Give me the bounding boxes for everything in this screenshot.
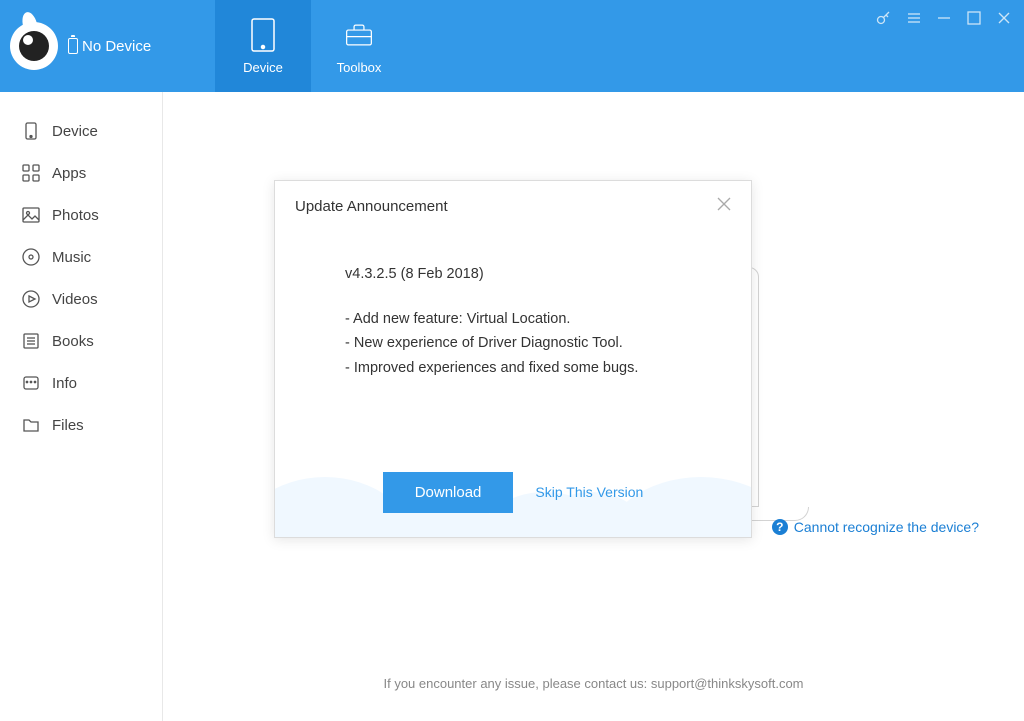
minimize-icon[interactable]	[936, 10, 952, 26]
device-status-label: No Device	[82, 38, 151, 55]
tab-toolbox-label: Toolbox	[337, 60, 382, 75]
modal-close-button[interactable]	[717, 197, 731, 216]
sidebar-item-label: Files	[52, 417, 84, 434]
update-modal: Update Announcement v4.3.2.5 (8 Feb 2018…	[274, 180, 752, 538]
maximize-icon[interactable]	[966, 10, 982, 26]
sidebar-item-label: Music	[52, 249, 91, 266]
sidebar-item-label: Info	[52, 375, 77, 392]
sidebar: Device Apps Photos Music Videos Books In…	[0, 92, 163, 721]
nav-tabs: Device Toolbox	[215, 0, 407, 92]
sidebar-item-device[interactable]: Device	[0, 110, 162, 152]
music-icon	[22, 248, 40, 266]
sidebar-item-books[interactable]: Books	[0, 320, 162, 362]
device-status: No Device	[68, 38, 151, 55]
sidebar-item-videos[interactable]: Videos	[0, 278, 162, 320]
key-icon[interactable]	[876, 10, 892, 26]
modal-change-item: - Add new feature: Virtual Location.	[345, 307, 681, 332]
window-controls	[876, 10, 1012, 26]
sidebar-item-label: Device	[52, 123, 98, 140]
skip-version-link[interactable]: Skip This Version	[535, 484, 643, 500]
modal-change-item: - Improved experiences and fixed some bu…	[345, 356, 681, 381]
tab-device[interactable]: Device	[215, 0, 311, 92]
recognize-link-label: Cannot recognize the device?	[794, 519, 979, 535]
modal-header: Update Announcement	[275, 181, 751, 232]
files-icon	[22, 416, 40, 434]
modal-title: Update Announcement	[295, 198, 448, 215]
sidebar-item-label: Books	[52, 333, 94, 350]
sidebar-item-label: Videos	[52, 291, 98, 308]
modal-version: v4.3.2.5 (8 Feb 2018)	[345, 262, 681, 287]
sidebar-item-label: Photos	[52, 207, 99, 224]
battery-icon	[68, 38, 78, 54]
info-icon	[22, 374, 40, 392]
modal-change-item: - New experience of Driver Diagnostic To…	[345, 331, 681, 356]
question-icon: ?	[772, 519, 788, 535]
sidebar-item-label: Apps	[52, 165, 86, 182]
tab-device-label: Device	[243, 60, 283, 75]
device-tab-icon	[249, 18, 277, 52]
modal-body: v4.3.2.5 (8 Feb 2018) - Add new feature:…	[275, 232, 751, 381]
close-icon[interactable]	[996, 10, 1012, 26]
app-header: No Device Device Toolbox	[0, 0, 1024, 92]
sidebar-item-music[interactable]: Music	[0, 236, 162, 278]
download-button[interactable]: Download	[383, 472, 514, 513]
videos-icon	[22, 290, 40, 308]
toolbox-tab-icon	[345, 18, 373, 52]
books-icon	[22, 332, 40, 350]
photos-icon	[22, 206, 40, 224]
apps-icon	[22, 164, 40, 182]
menu-icon[interactable]	[906, 10, 922, 26]
close-icon	[717, 197, 731, 211]
device-icon	[22, 122, 40, 140]
sidebar-item-info[interactable]: Info	[0, 362, 162, 404]
logo-area: No Device	[0, 0, 215, 92]
app-logo-icon	[10, 22, 58, 70]
sidebar-item-apps[interactable]: Apps	[0, 152, 162, 194]
recognize-device-link[interactable]: ? Cannot recognize the device?	[772, 519, 979, 535]
sidebar-item-photos[interactable]: Photos	[0, 194, 162, 236]
tab-toolbox[interactable]: Toolbox	[311, 0, 407, 92]
modal-footer: Download Skip This Version	[275, 447, 751, 537]
sidebar-item-files[interactable]: Files	[0, 404, 162, 446]
footer-text: If you encounter any issue, please conta…	[163, 676, 1024, 691]
